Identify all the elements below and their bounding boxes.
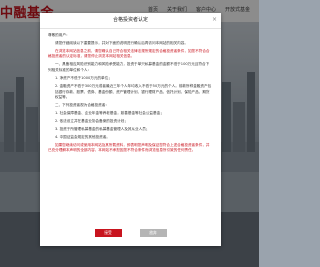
close-icon[interactable]: ×: [212, 16, 217, 24]
others-item: 1. 社会保障基金、企业年金等养老基金，慈善基金等社会公益基金；: [55, 111, 164, 116]
greeting-text: 尊敬的用户：: [48, 33, 70, 37]
closing-text: 如果您继续访问或使用本网站及其所载资料，即表明您声明及保证您符合上述合格投资者条…: [48, 142, 210, 153]
criteria-heading: 一、具备相应风险识别能力和风险承受能力，投资于单只私募基金的金额不低于100万元…: [48, 62, 210, 73]
qualified-investor-dialog: 合格投资者认定 × 尊敬的用户： 请您仔细阅读以下重要提示，并对下面的说明进行确…: [40, 13, 221, 246]
dialog-actions: 接受 放弃: [40, 229, 221, 237]
dialog-title: 合格投资者认定: [40, 13, 221, 29]
dialog-body: 尊敬的用户： 请您仔细阅读以下重要提示，并对下面的说明进行确认后再访问本网站的相…: [48, 33, 212, 231]
accept-button[interactable]: 接受: [94, 229, 122, 237]
others-item: 3. 投资于所管理私募基金的私募基金管理人及其从业人员；: [55, 126, 150, 131]
criteria-item: 1. 净资产不低于1000万元的单位；: [55, 75, 112, 80]
others-item: 2. 依法设立并在基金业协会备案的投资计划；: [55, 118, 128, 123]
reject-button[interactable]: 放弃: [139, 229, 167, 237]
intro-text: 请您仔细阅读以下重要提示，并对下面的说明进行确认后再访问本网站的相关内容。: [55, 40, 188, 45]
highlight-text: 在浏览本网站信息之前，请您确认自己符合相关法律法规所规定的合格投资者条件，如您不…: [48, 48, 210, 59]
criteria-item: 2. 金融资产不低于300万元或者最近三年个人年均收入不低于50万元的个人。前款…: [55, 83, 212, 100]
others-heading: 二、下列投资者视为合格投资者：: [55, 103, 109, 108]
others-item: 4. 中国证监会规定的其他投资者。: [55, 134, 110, 139]
